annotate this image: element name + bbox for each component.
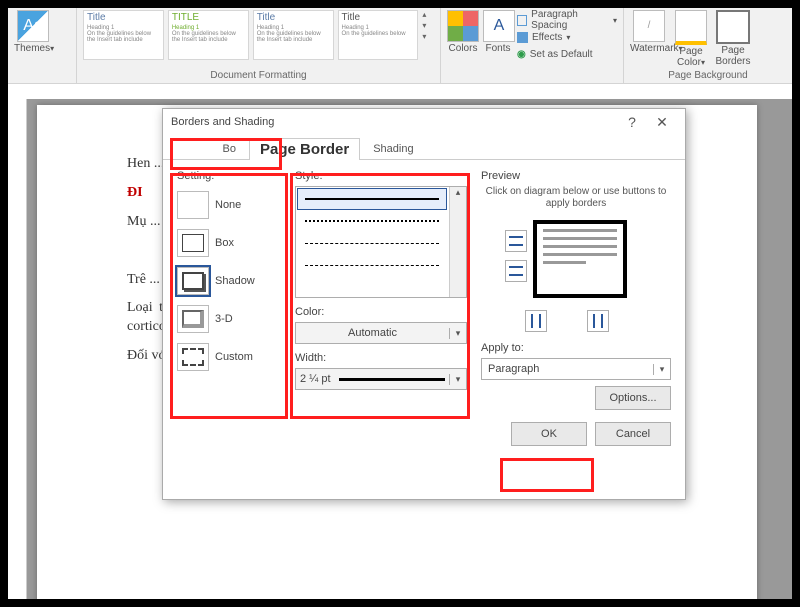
chevron-down-icon: ▾ bbox=[653, 364, 670, 375]
style-label: Style: bbox=[295, 170, 467, 182]
style-list[interactable] bbox=[295, 186, 467, 298]
setting-label: Setting: bbox=[177, 170, 283, 182]
watermark-icon: / bbox=[633, 10, 665, 42]
setting-3d[interactable]: 3-D bbox=[177, 300, 283, 338]
page-borders-icon bbox=[716, 10, 750, 44]
preview-label: Preview bbox=[481, 170, 671, 182]
dialog-title: Borders and Shading bbox=[171, 116, 274, 128]
setting-shadow[interactable]: Shadow bbox=[177, 262, 283, 300]
ribbon: Aa Themes▾ TitleHeading 1On the guidelin… bbox=[8, 8, 792, 84]
set-default[interactable]: ◉Set as Default bbox=[517, 46, 617, 62]
border-top-toggle[interactable] bbox=[505, 230, 527, 252]
styleset-3[interactable]: TitleHeading 1On the guidelines belowthe… bbox=[253, 10, 334, 60]
cancel-button[interactable]: Cancel bbox=[595, 422, 671, 446]
chevron-down-icon: ▾ bbox=[449, 328, 466, 339]
tab-shading[interactable]: Shading bbox=[360, 138, 426, 159]
vertical-ruler[interactable] bbox=[8, 99, 27, 599]
preview-page[interactable] bbox=[533, 220, 627, 298]
styleset-1[interactable]: TitleHeading 1On the guidelines belowthe… bbox=[83, 10, 164, 60]
style-solid[interactable] bbox=[298, 189, 446, 209]
watermark-button[interactable]: /Watermark▾ bbox=[630, 10, 668, 55]
style-dot[interactable] bbox=[298, 211, 446, 231]
setting-custom[interactable]: Custom bbox=[177, 338, 283, 376]
options-button[interactable]: Options... bbox=[595, 386, 671, 410]
colors-icon bbox=[447, 10, 479, 42]
style-dash[interactable] bbox=[298, 233, 446, 253]
border-left-toggle[interactable] bbox=[525, 310, 547, 332]
para-spacing-menu[interactable]: Paragraph Spacing▾ bbox=[517, 12, 617, 28]
chevron-down-icon: ▾ bbox=[449, 374, 466, 385]
setting-box[interactable]: Box bbox=[177, 224, 283, 262]
fonts-button[interactable]: A Fonts bbox=[483, 10, 513, 55]
themes-icon: Aa bbox=[17, 10, 49, 42]
close-button[interactable]: ✕ bbox=[647, 114, 677, 131]
apply-to-dropdown[interactable]: Paragraph▾ bbox=[481, 358, 671, 380]
apply-to-label: Apply to: bbox=[481, 342, 671, 354]
help-button[interactable]: ? bbox=[617, 114, 647, 130]
border-right-toggle[interactable] bbox=[587, 310, 609, 332]
styleset-more[interactable]: ▴▾▾ bbox=[422, 10, 434, 41]
colors-button[interactable]: Colors bbox=[447, 10, 479, 55]
color-label: Color: bbox=[295, 306, 467, 318]
styleset-4[interactable]: TitleHeading 1On the guidelines below bbox=[338, 10, 419, 60]
borders-shading-dialog: Borders and Shading ? ✕ BordersBo Page B… bbox=[162, 108, 686, 500]
style-dashdot[interactable] bbox=[298, 255, 446, 275]
page-color-button[interactable]: Page Color▾ bbox=[672, 10, 710, 68]
border-bottom-toggle[interactable] bbox=[505, 260, 527, 282]
color-dropdown[interactable]: Automatic▾ bbox=[295, 322, 467, 344]
themes-button[interactable]: Aa Themes▾ bbox=[14, 10, 52, 55]
ok-button[interactable]: OK bbox=[511, 422, 587, 446]
width-label: Width: bbox=[295, 352, 467, 364]
styleset-2[interactable]: TITLEHeading 1On the guidelines belowthe… bbox=[168, 10, 249, 60]
setting-none[interactable]: None bbox=[177, 186, 283, 224]
preview-diagram[interactable] bbox=[511, 216, 641, 308]
tab-page-border[interactable]: Page Border bbox=[249, 138, 360, 160]
effects-menu[interactable]: Effects▾ bbox=[517, 29, 617, 45]
page-borders-button[interactable]: Page Borders bbox=[714, 10, 752, 67]
page-color-icon bbox=[675, 10, 707, 45]
preview-hint: Click on diagram below or use buttons to… bbox=[481, 186, 671, 210]
style-scrollbar[interactable] bbox=[449, 187, 466, 297]
fonts-icon: A bbox=[483, 10, 515, 42]
width-dropdown[interactable]: 2 ¼ pt▾ bbox=[295, 368, 467, 390]
tab-borders[interactable]: BordersBo bbox=[171, 138, 249, 159]
